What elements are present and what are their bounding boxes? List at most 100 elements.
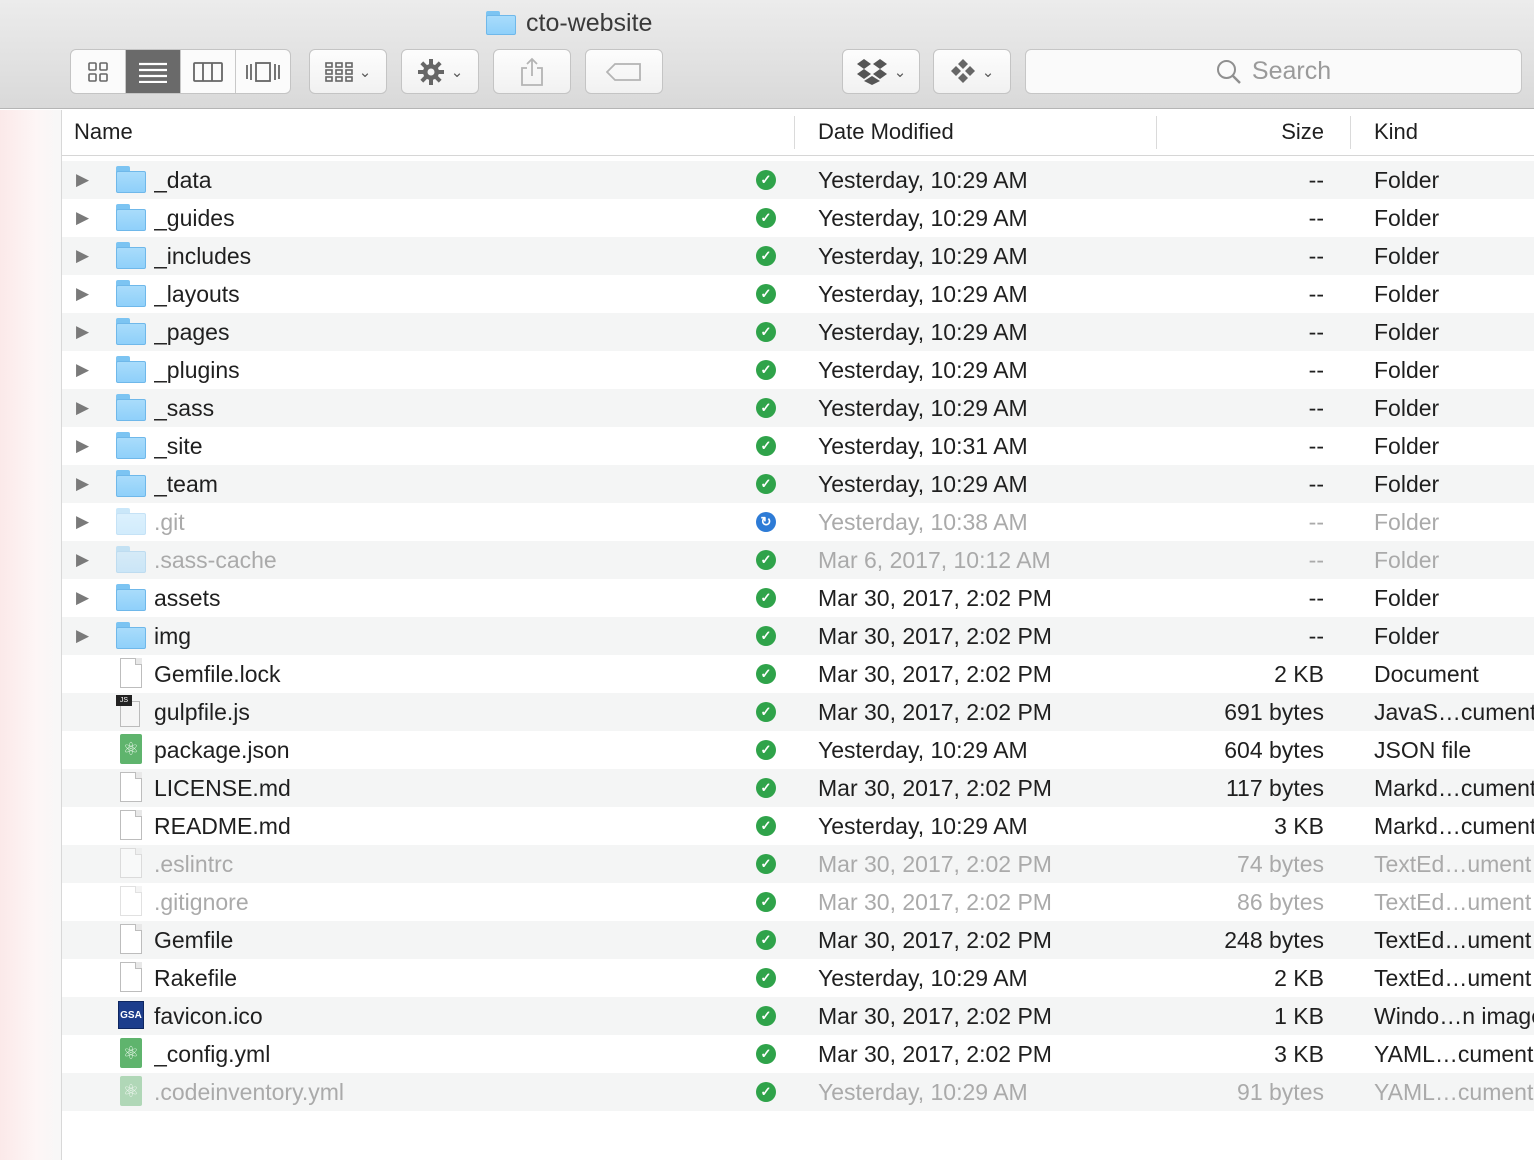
javascript-file-icon: JS	[116, 695, 142, 727]
file-row[interactable]: Rakefile ✓ Yesterday, 10:29 AM 2 KB TextEd…u…	[62, 959, 1534, 997]
file-kind: Document	[1374, 661, 1479, 687]
file-size: 604 bytes	[1224, 737, 1324, 763]
file-size: --	[1308, 433, 1324, 459]
file-date-modified: Yesterday, 10:29 AM	[818, 395, 1028, 421]
gear-icon	[417, 58, 444, 85]
search-field[interactable]: Search	[1025, 49, 1522, 94]
name-column-header[interactable]: Name	[74, 110, 133, 154]
file-row[interactable]: GSA favicon.ico ✓ Mar 30, 2017, 2:02 PM 1 KB…	[62, 997, 1534, 1035]
file-row[interactable]: .gitignore ✓ Mar 30, 2017, 2:02 PM 86 bytes…	[62, 883, 1534, 921]
file-row[interactable]: ▶ _pages ✓ Yesterday, 10:29 AM -- Folder	[62, 313, 1534, 351]
action-button[interactable]: ⌄	[401, 49, 479, 94]
file-kind: Folder	[1374, 357, 1440, 383]
cover-flow-view-button[interactable]	[236, 50, 290, 93]
file-kind: Windo…n image	[1374, 1003, 1534, 1029]
grid-icon	[88, 61, 108, 82]
file-name: _layouts	[154, 281, 240, 307]
file-name: favicon.ico	[154, 1003, 263, 1029]
file-row[interactable]: ▶ _site ✓ Yesterday, 10:31 AM -- Folder	[62, 427, 1534, 465]
tag-icon	[606, 62, 641, 81]
column-divider[interactable]	[1350, 116, 1351, 149]
file-name: .codeinventory.yml	[154, 1079, 345, 1105]
file-row[interactable]: ▶ _data ✓ Yesterday, 10:29 AM -- Folder	[62, 161, 1534, 199]
file-name: LICENSE.md	[154, 775, 291, 801]
file-row[interactable]: ▶ _team ✓ Yesterday, 10:29 AM -- Folder	[62, 465, 1534, 503]
disclosure-triangle-icon[interactable]: ▶	[76, 313, 98, 351]
finder-toolbar: cto-website ⌄ ⌄ ⌄ ⌄ Search	[0, 0, 1534, 109]
folder-icon	[116, 622, 146, 649]
file-row[interactable]: ▶ .sass-cache ✓ Mar 6, 2017, 10:12 AM -- Fold…	[62, 541, 1534, 579]
file-row[interactable]: ▶ _sass ✓ Yesterday, 10:29 AM -- Folder	[62, 389, 1534, 427]
file-row[interactable]: ⚛ _config.yml ✓ Mar 30, 2017, 2:02 PM 3 KB YA…	[62, 1035, 1534, 1073]
list-view-button[interactable]	[126, 50, 181, 93]
file-row[interactable]: ▶ _includes ✓ Yesterday, 10:29 AM -- Folder	[62, 237, 1534, 275]
folder-icon	[116, 394, 146, 421]
file-date-modified: Mar 30, 2017, 2:02 PM	[818, 623, 1052, 649]
disclosure-triangle-icon[interactable]: ▶	[76, 351, 98, 389]
window-title: cto-website	[486, 6, 652, 40]
date-column-header[interactable]: Date Modified	[818, 110, 954, 154]
synced-check-icon: ✓	[756, 550, 776, 570]
file-row[interactable]: ▶ .git ↻ Yesterday, 10:38 AM -- Folder	[62, 503, 1534, 541]
icon-view-button[interactable]	[71, 50, 126, 93]
folder-icon	[116, 584, 146, 611]
list-icon	[139, 62, 167, 83]
disclosure-triangle-icon[interactable]: ▶	[76, 541, 98, 579]
share-button[interactable]	[493, 49, 571, 94]
file-row[interactable]: ▶ _plugins ✓ Yesterday, 10:29 AM -- Folder	[62, 351, 1534, 389]
file-row[interactable]: ▶ img ✓ Mar 30, 2017, 2:02 PM -- Folder	[62, 617, 1534, 655]
file-kind: TextEd…ument	[1374, 851, 1532, 877]
file-name: .gitignore	[154, 889, 249, 915]
tags-button[interactable]	[585, 49, 663, 94]
disclosure-triangle-icon[interactable]: ▶	[76, 427, 98, 465]
file-row[interactable]: JS gulpfile.js ✓ Mar 30, 2017, 2:02 PM 691 b…	[62, 693, 1534, 731]
file-date-modified: Mar 6, 2017, 10:12 AM	[818, 547, 1051, 573]
disclosure-triangle-icon[interactable]: ▶	[76, 579, 98, 617]
file-kind: TextEd…ument	[1374, 927, 1532, 953]
file-row[interactable]: ▶ assets ✓ Mar 30, 2017, 2:02 PM -- Folder	[62, 579, 1534, 617]
file-date-modified: Mar 30, 2017, 2:02 PM	[818, 927, 1052, 953]
file-size: 3 KB	[1274, 813, 1324, 839]
disclosure-triangle-icon[interactable]: ▶	[76, 503, 98, 541]
synced-check-icon: ✓	[756, 284, 776, 304]
disclosure-triangle-icon[interactable]: ▶	[76, 275, 98, 313]
folder-icon	[486, 11, 516, 35]
sync-extension-button[interactable]: ⌄	[933, 49, 1011, 94]
file-row[interactable]: ⚛ package.json ✓ Yesterday, 10:29 AM 604 byt…	[62, 731, 1534, 769]
view-mode-control[interactable]	[70, 49, 291, 94]
file-kind: TextEd…ument	[1374, 889, 1532, 915]
file-size: --	[1308, 319, 1324, 345]
disclosure-triangle-icon[interactable]: ▶	[76, 617, 98, 655]
file-size: --	[1308, 357, 1324, 383]
file-list: ▶ _data ✓ Yesterday, 10:29 AM -- Folder ▶ _guid…	[62, 161, 1534, 1111]
synced-check-icon: ✓	[756, 170, 776, 190]
file-name: .eslintrc	[154, 851, 234, 877]
file-row[interactable]: LICENSE.md ✓ Mar 30, 2017, 2:02 PM 117 byte…	[62, 769, 1534, 807]
column-divider[interactable]	[1156, 116, 1157, 149]
file-row[interactable]: README.md ✓ Yesterday, 10:29 AM 3 KB Markd…c…	[62, 807, 1534, 845]
column-divider[interactable]	[794, 116, 795, 149]
file-kind: Markd…cument	[1374, 813, 1534, 839]
file-row[interactable]: .eslintrc ✓ Mar 30, 2017, 2:02 PM 74 bytes T…	[62, 845, 1534, 883]
document-icon	[120, 772, 142, 802]
file-row[interactable]: ⚛ .codeinventory.yml ✓ Yesterday, 10:29 AM 9…	[62, 1073, 1534, 1111]
file-row[interactable]: Gemfile.lock ✓ Mar 30, 2017, 2:02 PM 2 KB Do…	[62, 655, 1534, 693]
file-row[interactable]: Gemfile ✓ Mar 30, 2017, 2:02 PM 248 bytes Te…	[62, 921, 1534, 959]
file-row[interactable]: ▶ _guides ✓ Yesterday, 10:29 AM -- Folder	[62, 199, 1534, 237]
dropbox-button[interactable]: ⌄	[842, 49, 920, 94]
size-column-header[interactable]: Size	[1162, 110, 1324, 154]
disclosure-triangle-icon[interactable]: ▶	[76, 199, 98, 237]
disclosure-triangle-icon[interactable]: ▶	[76, 161, 98, 199]
disclosure-triangle-icon[interactable]: ▶	[76, 389, 98, 427]
kind-column-header[interactable]: Kind	[1374, 110, 1418, 154]
file-row[interactable]: ▶ _layouts ✓ Yesterday, 10:29 AM -- Folder	[62, 275, 1534, 313]
synced-check-icon: ✓	[756, 208, 776, 228]
disclosure-triangle-icon[interactable]: ▶	[76, 465, 98, 503]
file-date-modified: Mar 30, 2017, 2:02 PM	[818, 1003, 1052, 1029]
group-by-button[interactable]: ⌄	[309, 49, 387, 94]
file-date-modified: Yesterday, 10:29 AM	[818, 1079, 1028, 1105]
file-kind: YAML…cument	[1374, 1079, 1534, 1105]
column-view-button[interactable]	[181, 50, 236, 93]
disclosure-triangle-icon[interactable]: ▶	[76, 237, 98, 275]
file-name: _includes	[154, 243, 252, 269]
